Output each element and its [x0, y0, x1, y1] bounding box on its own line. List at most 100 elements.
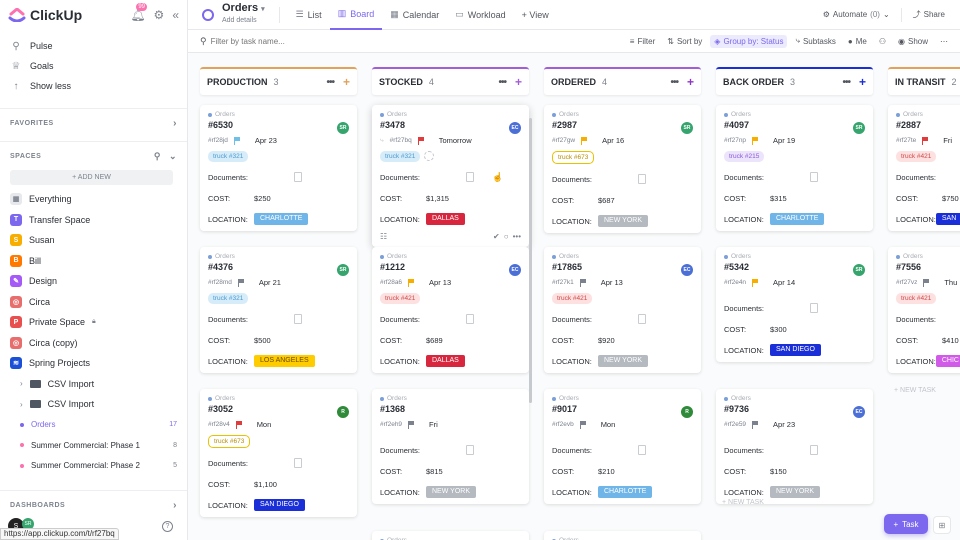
due-date[interactable]: Tomorrow [439, 136, 472, 145]
column-scrollbar[interactable] [529, 118, 532, 403]
priority-flag-icon[interactable] [752, 421, 759, 429]
task-name[interactable]: #2987 [552, 120, 693, 130]
assignee-avatar[interactable]: R [337, 406, 349, 418]
add-tag-icon[interactable] [424, 151, 435, 162]
task-card[interactable]: Orders #1212 EC #rf28a6 Apr 13 truck #421 Docu… [372, 247, 529, 373]
add-task-icon[interactable]: + [343, 75, 350, 89]
space-circa[interactable]: ◎ Circa [0, 292, 187, 313]
due-date[interactable]: Apr 21 [259, 278, 281, 287]
due-date[interactable]: Apr 23 [255, 136, 277, 145]
space-spring-projects[interactable]: ≋ Spring Projects [0, 353, 187, 374]
task-tag[interactable]: truck #215 [724, 151, 765, 162]
task-name[interactable]: #7556 [896, 262, 960, 272]
location-badge[interactable]: NEW YORK [770, 486, 820, 498]
subtasks-button[interactable]: ⤷ Subtasks [791, 34, 839, 48]
priority-flag-icon[interactable] [581, 137, 588, 145]
tab-list[interactable]: ☰ List [288, 0, 330, 30]
priority-flag-icon[interactable] [923, 279, 930, 287]
circle-icon[interactable]: ○ [504, 232, 509, 241]
document-icon[interactable] [638, 174, 646, 184]
document-icon[interactable] [638, 314, 646, 324]
tab-board[interactable]: ▥ Board [329, 0, 383, 30]
task-name[interactable]: #1368 [380, 404, 521, 414]
document-icon[interactable] [810, 445, 818, 455]
automate-button[interactable]: ⚙ Automate (0) ⌄ [818, 7, 895, 22]
search-input[interactable] [210, 36, 411, 46]
apps-grid-icon[interactable]: ⊞ [933, 516, 951, 534]
due-date[interactable]: Apr 13 [429, 278, 451, 287]
space-transfer-space[interactable]: T Transfer Space [0, 210, 187, 231]
location-badge[interactable]: SAN [935, 213, 960, 225]
cost-value[interactable]: $315 [770, 194, 787, 203]
task-tag[interactable]: truck #421 [896, 151, 937, 162]
add-new-space-button[interactable]: + ADD NEW [10, 170, 173, 185]
cost-value[interactable]: $250 [254, 194, 271, 203]
chevron-down-icon[interactable]: ⌄ [169, 151, 177, 162]
assignee-avatar[interactable]: SR [853, 264, 865, 276]
space-private-space[interactable]: P Private Space 🔒︎ [0, 312, 187, 333]
column-header[interactable]: ORDERED 4 ••• + [544, 67, 701, 95]
assignee-avatar[interactable]: SR [337, 122, 349, 134]
collapse-sidebar-icon[interactable]: « [172, 8, 179, 22]
location-badge[interactable]: DALLAS [426, 355, 465, 367]
checkmark-icon[interactable]: ✔ [493, 232, 500, 241]
task-card[interactable]: Orders [544, 531, 701, 540]
due-date[interactable]: Apr 13 [601, 278, 623, 287]
priority-flag-icon[interactable] [417, 137, 425, 145]
due-date[interactable]: Fri [943, 136, 952, 145]
tab-workload[interactable]: ▭ Workload [447, 0, 513, 30]
task-card[interactable]: Orders #17865 EC #rf27k1 Apr 13 truck #421 Doc… [544, 247, 701, 373]
column-menu-icon[interactable]: ••• [842, 77, 850, 88]
new-task-button[interactable]: + Task [884, 514, 928, 534]
space-everything[interactable]: ▦ Everything [0, 189, 187, 210]
task-card[interactable]: Orders #9736 EC #rf2e59 Apr 23 Documents: COST… [716, 389, 873, 504]
document-icon[interactable] [810, 172, 818, 182]
more-options-button[interactable]: ⋯ [936, 35, 952, 48]
cost-value[interactable]: $210 [598, 467, 615, 476]
task-card[interactable]: Orders #9017 R #rf2evb Mon Documents: COST: $21… [544, 389, 701, 504]
priority-flag-icon[interactable] [237, 279, 245, 287]
location-badge[interactable]: CHARLOTTE [598, 486, 653, 498]
task-name[interactable]: #9017 [552, 404, 693, 414]
priority-flag-icon[interactable] [408, 279, 415, 287]
task-card[interactable]: Orders #4376 SR #rf28md Apr 21 truck #321 Docu… [200, 247, 357, 373]
task-tag[interactable]: truck #321 [208, 151, 249, 162]
location-badge[interactable]: NEW YORK [598, 355, 648, 367]
task-name[interactable]: #3478 [380, 120, 521, 130]
document-icon[interactable] [810, 303, 818, 313]
document-icon[interactable] [294, 314, 302, 324]
add-view-button[interactable]: + View [514, 0, 557, 30]
subtask-list-icon[interactable]: ☷ [380, 232, 387, 241]
title-block[interactable]: Orders ▾ Add details [222, 3, 265, 26]
task-name[interactable]: #17865 [552, 262, 693, 272]
task-tag[interactable]: truck #321 [208, 293, 249, 304]
column-menu-icon[interactable]: ••• [326, 77, 334, 88]
task-tag[interactable]: truck #421 [380, 293, 421, 304]
add-details-link[interactable]: Add details [222, 15, 265, 26]
due-date[interactable]: Mon [601, 420, 616, 429]
priority-flag-icon[interactable] [579, 279, 587, 287]
priority-flag-icon[interactable] [752, 137, 759, 145]
more-icon[interactable]: ••• [513, 232, 521, 241]
sidebar-item-pulse[interactable]: ⚲ Pulse [0, 36, 187, 56]
task-card[interactable]: Orders #1368 #rf2eh9 Fri Documents: COST: $815… [372, 389, 529, 504]
due-date[interactable]: Fri [429, 420, 438, 429]
task-card[interactable]: Orders #7556 #rf27vz Thu truck #421 Documents… [888, 247, 960, 373]
me-button[interactable]: ● Me [844, 35, 871, 48]
location-badge[interactable]: LOS ANGELES [254, 355, 315, 367]
location-badge[interactable]: CHARLOTTE [770, 213, 825, 225]
task-card[interactable]: Orders #4097 SR #rf27np Apr 19 truck #215 Docu… [716, 105, 873, 231]
task-tag[interactable]: truck #421 [896, 293, 937, 304]
column-menu-icon[interactable]: ••• [498, 77, 506, 88]
tab-calendar[interactable]: ▦ Calendar [382, 0, 447, 30]
add-task-icon[interactable]: + [515, 75, 522, 89]
share-button[interactable]: ⤴ Share [908, 6, 950, 23]
sidebar-item-goals[interactable]: ♕ Goals [0, 56, 187, 76]
task-card[interactable]: Orders #3052 R #rf28v4 Mon truck #673 Document… [200, 389, 357, 517]
location-badge[interactable]: NEW YORK [426, 486, 476, 498]
document-icon[interactable] [466, 172, 474, 182]
task-name[interactable]: #9736 [724, 404, 865, 414]
assignee-avatar[interactable]: R [681, 406, 693, 418]
column-header[interactable]: IN TRANSIT2•••+ [888, 67, 960, 95]
task-name[interactable]: #3052 [208, 404, 349, 414]
